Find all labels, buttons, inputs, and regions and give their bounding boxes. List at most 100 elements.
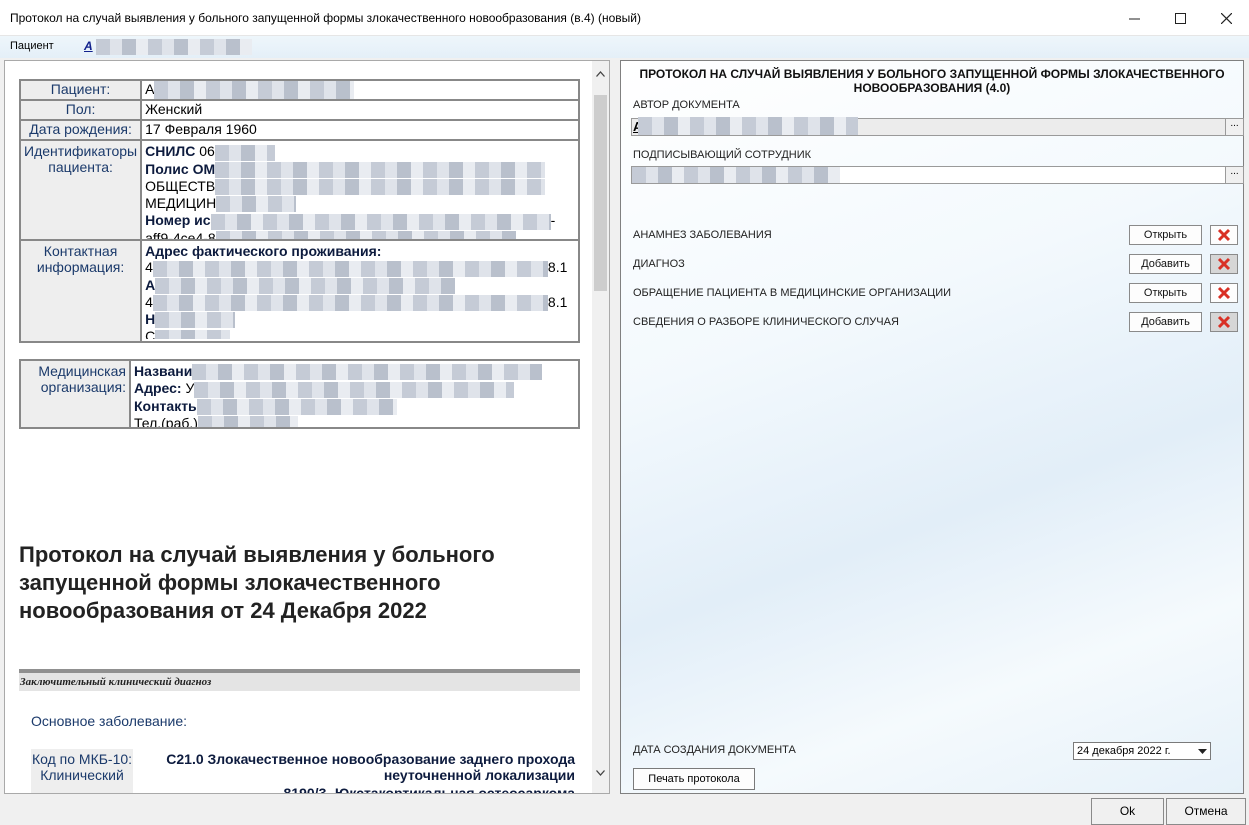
document-preview[interactable]: Пациент: А Пол: Женский Дата рождения: 1…	[4, 60, 610, 794]
contact-line-6: С	[145, 328, 156, 340]
contact-line-5: Н	[145, 311, 156, 328]
patient-bar-label: Пациент	[10, 40, 54, 52]
redacted-block	[215, 231, 516, 240]
document-title: Протокол на случай выявления у больного …	[19, 542, 495, 623]
form-panel: ПРОТОКОЛ НА СЛУЧАЙ ВЫЯВЛЕНИЯ У БОЛЬНОГО …	[620, 60, 1244, 794]
signer-label: ПОДПИСЫВАЮЩИЙ СОТРУДНИК	[633, 149, 812, 161]
section-case-review-delete-button[interactable]	[1210, 312, 1238, 332]
snils-value: 06	[199, 143, 215, 160]
redacted-block	[214, 144, 275, 161]
author-label: АВТОР ДОКУМЕНТА	[633, 99, 740, 111]
section-referrals-open-button[interactable]: Открыть	[1129, 283, 1202, 303]
delete-icon	[1217, 257, 1231, 271]
diagnosis-values: С21.0 Злокачественное новообразование за…	[145, 751, 575, 794]
section-header: Заключительный клинический диагноз	[19, 669, 580, 691]
org-phone-label: Тел.(раб.)	[134, 414, 198, 427]
redacted-patient-name	[96, 39, 252, 55]
section-anamnesis-open-button[interactable]: Открыть	[1129, 225, 1202, 245]
cancel-button[interactable]: Отмена	[1166, 798, 1246, 825]
print-protocol-button[interactable]: Печать протокола	[633, 768, 755, 790]
date-label: ДАТА СОЗДАНИЯ ДОКУМЕНТА	[633, 744, 796, 756]
section-diagnosis-label: ДИАГНОЗ	[633, 258, 685, 270]
patient-bar: Пациент А	[0, 36, 1249, 58]
delete-icon	[1217, 228, 1231, 242]
org-name-label: Названи	[134, 363, 193, 379]
ids-label: Идентификаторы пациента:	[18, 139, 143, 242]
patient-link[interactable]: А	[84, 39, 93, 53]
section-diagnosis-add-button[interactable]: Добавить	[1129, 254, 1202, 274]
delete-icon	[1217, 315, 1231, 329]
redacted-block	[194, 381, 515, 398]
org-label: Медицинская организация:	[19, 359, 131, 429]
organization-table: Медицинская организация: Названи Адрес: …	[19, 359, 580, 429]
close-icon	[1220, 12, 1232, 24]
section-diagnosis-delete-button[interactable]	[1210, 254, 1238, 274]
contact-value: Адрес фактического проживания: 4 8.1 А 4 8…	[140, 239, 580, 344]
snils-label: СНИЛС	[145, 143, 196, 160]
redacted-block	[192, 364, 543, 381]
section-referrals-label: ОБРАЩЕНИЕ ПАЦИЕНТА В МЕДИЦИНСКИЕ ОРГАНИЗ…	[633, 287, 952, 299]
diagnosis-labels: Код по МКБ-10: Клинический	[31, 749, 133, 793]
minimize-button[interactable]	[1111, 0, 1157, 36]
form-title: ПРОТОКОЛ НА СЛУЧАЙ ВЫЯВЛЕНИЯ У БОЛЬНОГО …	[639, 67, 1225, 95]
record-number-label: Номер ис	[145, 212, 211, 229]
sex-value: Женский	[140, 99, 580, 122]
contact-line-2a: 4	[145, 259, 153, 276]
section-case-review-add-button[interactable]: Добавить	[1129, 312, 1202, 332]
maximize-button[interactable]	[1157, 0, 1203, 36]
main-disease-label: Основное заболевание:	[31, 713, 187, 729]
address-label: Адрес фактического проживания:	[145, 243, 382, 260]
signer-field[interactable]: ...	[631, 166, 1244, 184]
org-address-label: Адрес:	[134, 380, 182, 397]
patient-label: Пациент:	[18, 78, 143, 102]
section-referrals-delete-button[interactable]	[1210, 283, 1238, 303]
redacted-block	[215, 161, 546, 178]
window-title: Протокол на случай выявления у больного …	[10, 11, 641, 25]
date-dropdown-button[interactable]	[1194, 743, 1210, 759]
mkb-value: С21.0 Злокачественное новообразование за…	[166, 751, 575, 783]
dob-label: Дата рождения:	[18, 119, 143, 142]
redacted-block	[197, 416, 298, 427]
section-anamnesis-label: АНАМНЕЗ ЗАБОЛЕВАНИЯ	[633, 229, 772, 241]
close-button[interactable]	[1203, 0, 1249, 36]
sex-label: Пол:	[18, 99, 143, 122]
contact-line-4a: 4	[145, 293, 153, 310]
redacted-block	[155, 329, 231, 340]
vertical-scrollbar[interactable]	[592, 61, 609, 793]
redacted-block	[155, 312, 236, 329]
scroll-down-button[interactable]	[592, 764, 609, 781]
ids-line-6a: -	[550, 212, 556, 229]
section-header-text: Заключительный клинический диагноз	[20, 676, 212, 688]
redacted-block	[216, 196, 297, 213]
redacted-block	[210, 213, 551, 230]
org-address-value: У	[185, 380, 195, 397]
redacted-block	[152, 260, 548, 277]
ids-line-4: МЕДИЦИН	[145, 195, 217, 212]
maximize-icon	[1174, 12, 1186, 24]
patient-info-table: Пациент: А Пол: Женский Дата рождения: 1…	[18, 78, 580, 344]
clinical-value: 8190/3 -Юкстакортикальная остеосаркома	[283, 785, 575, 794]
scrollbar-thumb[interactable]	[594, 95, 607, 291]
author-field[interactable]: А ...	[631, 117, 1244, 136]
patient-value: А	[145, 81, 155, 97]
ok-button[interactable]: Ok	[1091, 798, 1164, 825]
author-browse-button[interactable]: ...	[1225, 119, 1243, 135]
scroll-up-button[interactable]	[592, 65, 609, 82]
contact-line-4b: 8.1	[547, 293, 568, 310]
redacted-block	[152, 295, 548, 312]
redacted-block	[155, 277, 456, 294]
section-case-review-label: СВЕДЕНИЯ О РАЗБОРЕ КЛИНИЧЕСКОГО СЛУЧАЯ	[633, 316, 899, 328]
delete-icon	[1217, 286, 1231, 300]
title-bar: Протокол на случай выявления у больного …	[0, 0, 1249, 36]
chevron-up-icon	[596, 70, 605, 77]
date-value: 24 декабря 2022 г.	[1077, 745, 1171, 757]
patient-value-cell: А	[140, 78, 580, 102]
section-anamnesis-delete-button[interactable]	[1210, 225, 1238, 245]
contact-line-2b: 8.1	[547, 259, 568, 276]
ids-value: СНИЛС 06 Полис ОМ ОБЩЕСТВ МЕДИЦИН Номер …	[140, 139, 580, 242]
dropdown-arrow-icon	[1197, 748, 1207, 754]
date-picker[interactable]: 24 декабря 2022 г.	[1073, 742, 1211, 760]
contact-line-3: А	[145, 276, 156, 293]
signer-browse-button[interactable]: ...	[1225, 167, 1243, 183]
redacted-block	[196, 398, 397, 415]
